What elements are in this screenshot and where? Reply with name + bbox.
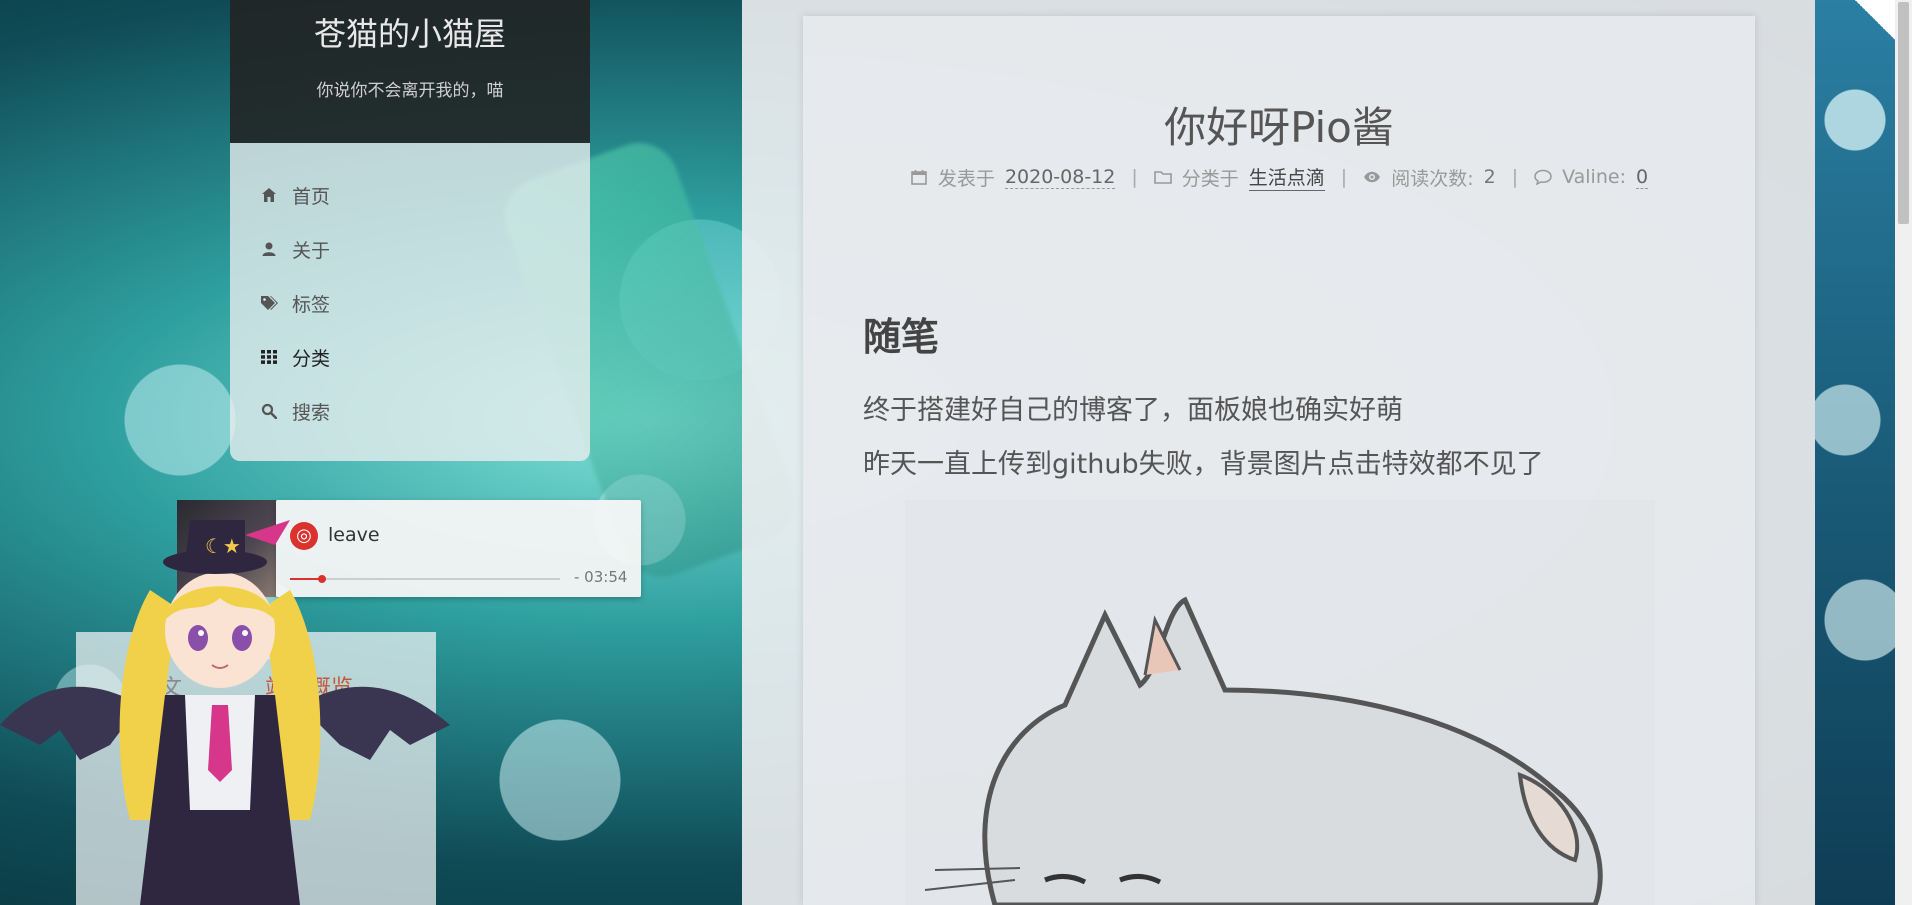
comments-count[interactable]: 0 <box>1635 166 1649 189</box>
search-icon <box>260 402 278 420</box>
menu-item-label: 分类 <box>292 347 331 370</box>
post-article: 你好呀Pio酱 发表于 2020-08-12 | 分类于 生活点滴 | 阅读次数… <box>803 16 1755 905</box>
scrollbar-thumb[interactable] <box>1898 2 1909 224</box>
menu-item-categories[interactable]: 分类 <box>260 342 330 372</box>
meta-divider: | <box>1511 166 1519 188</box>
tags-icon <box>260 294 278 312</box>
menu-item-label: 首页 <box>292 185 331 208</box>
menu-item-tags[interactable]: 标签 <box>260 288 330 318</box>
posted-label: 发表于 <box>937 167 995 190</box>
post-image-cat <box>905 500 1655 905</box>
category-label: 分类于 <box>1181 167 1239 190</box>
calendar-icon <box>910 168 928 186</box>
views-label: 阅读次数: <box>1391 167 1474 190</box>
views-count: 2 <box>1483 166 1496 188</box>
background-edge <box>1815 0 1895 905</box>
sidebar-menu: 首页 关于 标签 分类 搜索 <box>230 143 590 461</box>
page-scrollbar[interactable] <box>1895 0 1912 905</box>
menu-item-home[interactable]: 首页 <box>260 180 330 210</box>
meta-divider: | <box>1131 166 1138 188</box>
live2d-mascot[interactable]: ☾★ <box>0 520 460 905</box>
site-subtitle: 你说你不会离开我的，喵 <box>316 81 504 101</box>
post-meta: 发表于 2020-08-12 | 分类于 生活点滴 | 阅读次数: 2 | Va… <box>803 163 1755 191</box>
meta-divider: | <box>1340 166 1348 188</box>
time-remaining: - 03:54 <box>574 568 628 586</box>
home-icon <box>260 186 278 204</box>
comment-icon <box>1534 168 1552 186</box>
grid-icon <box>260 348 278 366</box>
post-paragraph: 昨天一直上传到github失败，背景图片点击特效都不见了 <box>863 449 1544 480</box>
comments-label: Valine: <box>1562 166 1626 188</box>
eye-icon <box>1363 168 1381 186</box>
site-title[interactable]: 苍猫的小猫屋 <box>230 14 590 54</box>
folder-icon <box>1153 168 1172 186</box>
posted-date: 2020-08-12 <box>1004 165 1116 189</box>
menu-item-label: 标签 <box>292 293 331 316</box>
menu-item-about[interactable]: 关于 <box>260 234 330 264</box>
back-to-top-corner[interactable] <box>1855 0 1895 40</box>
post-paragraph: 终于搭建好自己的博客了，面板娘也确实好萌 <box>863 395 1403 426</box>
post-title[interactable]: 你好呀Pio酱 <box>803 94 1755 155</box>
user-icon <box>260 240 278 258</box>
menu-item-label: 关于 <box>292 239 331 262</box>
site-brand: 苍猫的小猫屋 你说你不会离开我的，喵 <box>230 0 590 143</box>
menu-item-label: 搜索 <box>292 401 331 424</box>
svg-text:☾★: ☾★ <box>205 534 241 558</box>
post-heading: 随笔 <box>863 315 940 359</box>
menu-item-search[interactable]: 搜索 <box>260 396 330 426</box>
category-link[interactable]: 生活点滴 <box>1248 163 1325 191</box>
